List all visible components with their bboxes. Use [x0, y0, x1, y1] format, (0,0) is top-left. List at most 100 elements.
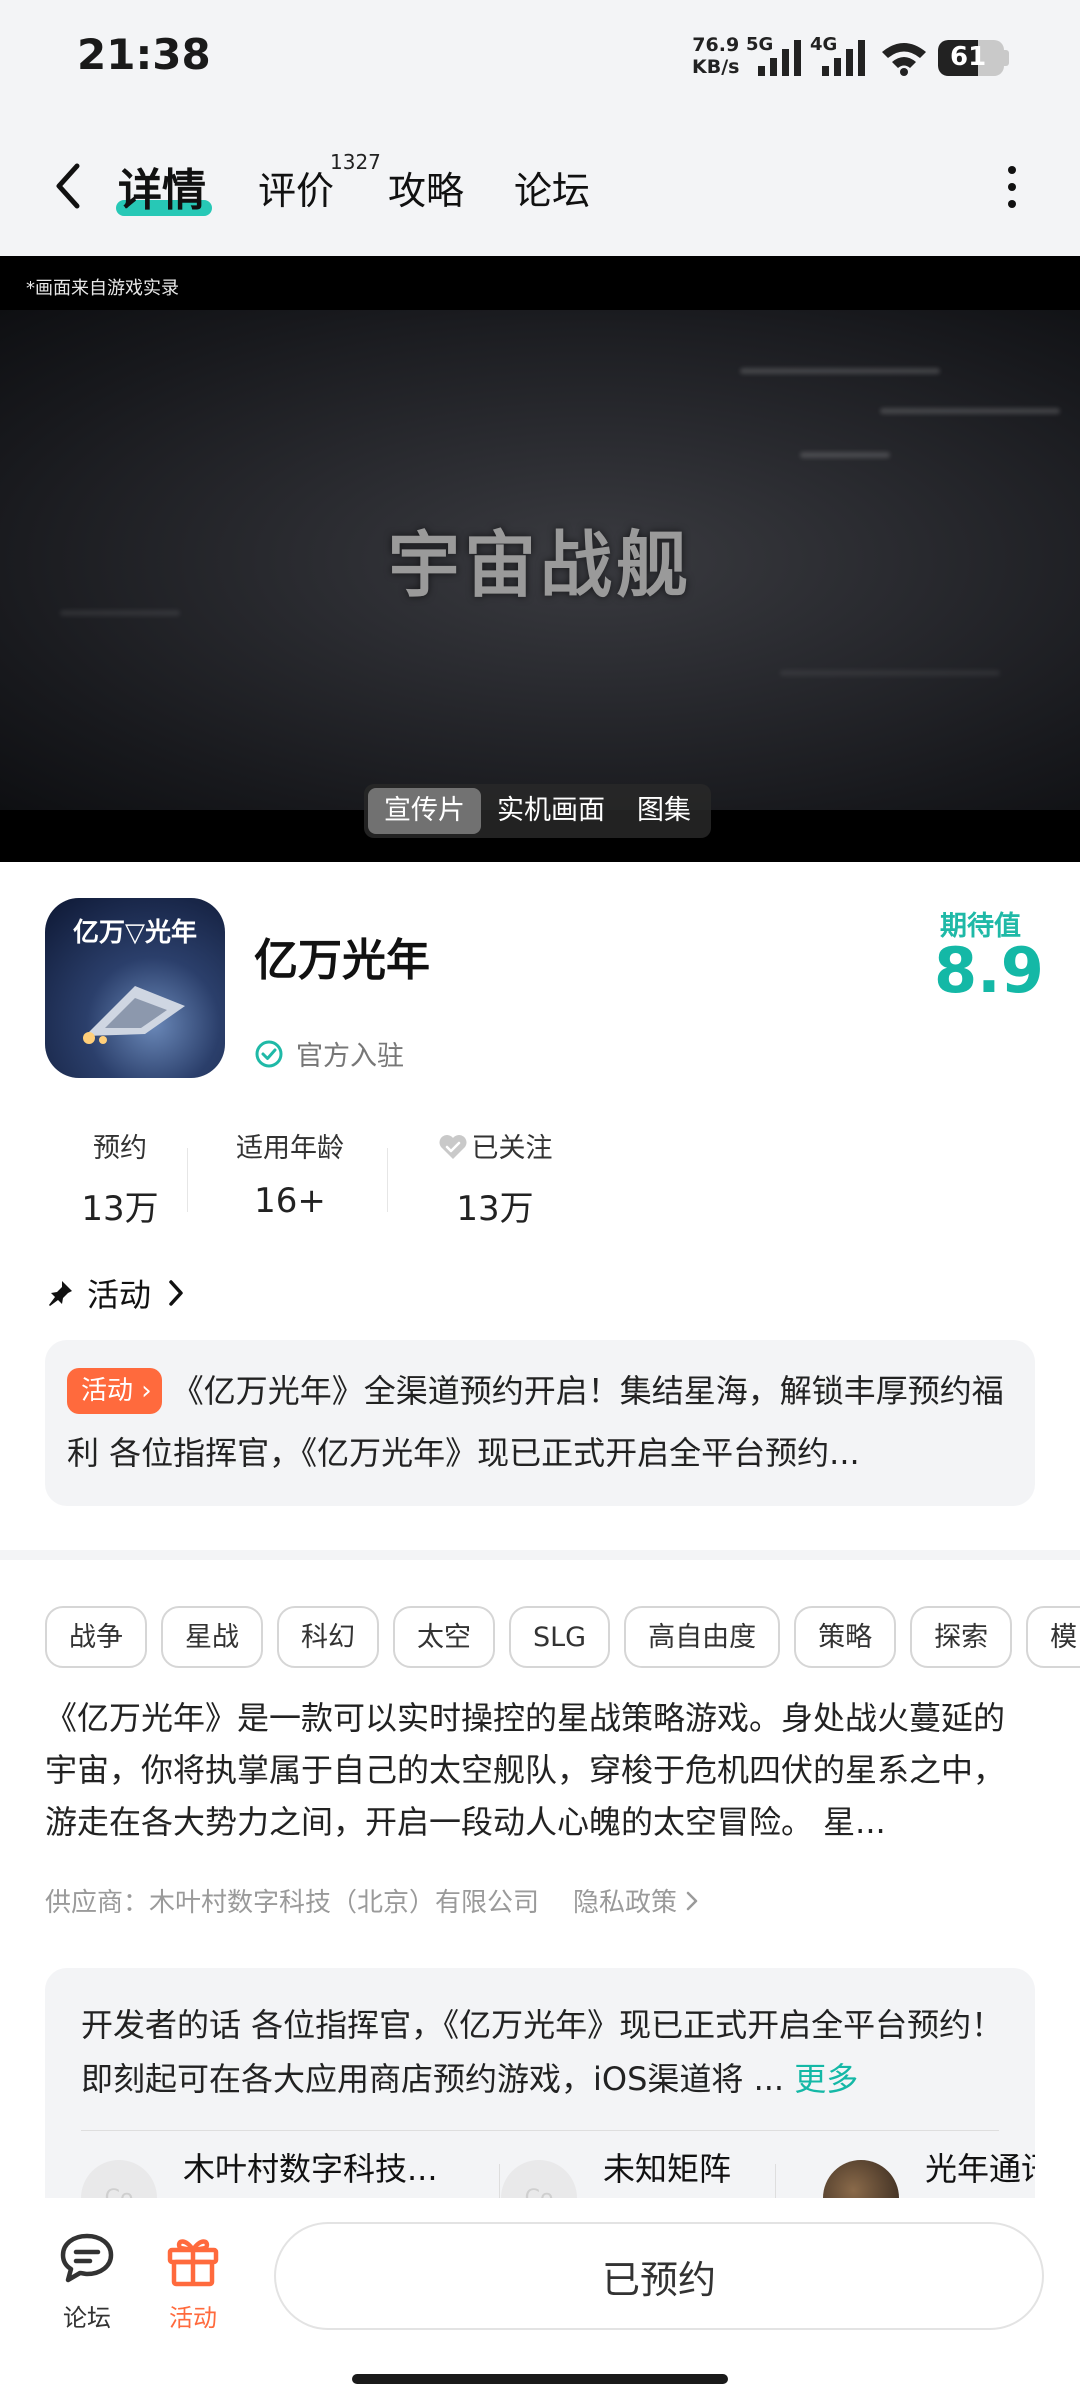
- author-name: 未知矩阵: [603, 2150, 732, 2188]
- author-item[interactable]: Co 木叶村数字科技...: [81, 2144, 438, 2200]
- stat-divider: [187, 1148, 188, 1212]
- tab-details-label: 详情: [118, 165, 206, 216]
- tag-chip[interactable]: 模: [1026, 1606, 1080, 1668]
- app-name: 亿万光年: [254, 935, 430, 986]
- official-verified-badge: 官方入驻: [254, 1034, 404, 1073]
- promo-video[interactable]: *画面来自游戏实录 宇宙战舰 宣传片 实机画面 图集: [0, 256, 1080, 862]
- tag-chip[interactable]: SLG: [509, 1606, 611, 1668]
- signal-2-icon: [822, 40, 865, 76]
- stat-reservations-value: 13万: [81, 1189, 159, 1229]
- battery-cap: [1004, 50, 1009, 66]
- avatar: [823, 2160, 899, 2200]
- followed-heart-icon: [439, 1135, 466, 1159]
- stat-reservations: 预约 13万: [45, 1126, 195, 1230]
- stat-reservations-label: 预约: [93, 1133, 147, 1164]
- stat-age-rating: 适用年龄 16+: [215, 1126, 365, 1221]
- tag-chip[interactable]: 太空: [393, 1606, 495, 1668]
- activity-button[interactable]: 活动: [148, 2230, 238, 2333]
- tab-guides-label: 攻略: [388, 169, 465, 213]
- privacy-policy-link[interactable]: 隐私政策: [573, 1882, 701, 1919]
- divider: [81, 2130, 999, 2131]
- tag-chip[interactable]: 策略: [794, 1606, 897, 1668]
- expectation-score: 8.9: [934, 934, 1044, 1007]
- author-name: 光年通讯: [925, 2150, 1035, 2188]
- app-summary: 亿万▽光年 亿万光年 官方入驻 期待值 8.9 预约 13万 适用年龄 16+: [0, 862, 1080, 1550]
- tab-forum[interactable]: 论坛: [514, 160, 590, 215]
- activity-section-header[interactable]: 活动: [45, 1270, 187, 1316]
- official-label: 官方入驻: [296, 1041, 404, 1072]
- activity-label: 活动: [169, 2304, 217, 2332]
- pin-icon: [49, 1281, 72, 1306]
- tab-forum-label: 论坛: [514, 169, 591, 213]
- stat-divider: [387, 1148, 388, 1212]
- avatar: Co: [501, 2160, 577, 2200]
- author-item[interactable]: Co 未知矩阵: [501, 2144, 731, 2200]
- game-info: 战争 星战 科幻 太空 SLG 高自由度 策略 探索模 《亿万光年》是一款可以实时操控的星战策…: [0, 1560, 1080, 2200]
- author-divider: [499, 2164, 500, 2200]
- app-icon: 亿万▽光年: [45, 898, 225, 1078]
- status-bar: 21:38 76.9 KB/s 5G 4G 61: [0, 0, 1080, 118]
- tag-chip[interactable]: 探索: [910, 1606, 1013, 1668]
- reserved-button[interactable]: 已预约: [274, 2222, 1044, 2330]
- video-title-text: 宇宙战舰: [387, 523, 692, 607]
- media-tab-trailer[interactable]: 宣传片: [368, 788, 481, 834]
- light-streak: [800, 452, 890, 458]
- forum-label: 论坛: [63, 2304, 111, 2332]
- stat-age-value: 16+: [254, 1181, 326, 1221]
- author-item[interactable]: 光年通讯: [823, 2144, 1035, 2200]
- forum-button[interactable]: 论坛: [42, 2230, 132, 2333]
- back-arrow-icon: [56, 163, 80, 209]
- network-speed: 76.9 KB/s: [692, 34, 739, 78]
- activity-text-block: 活动 › 《亿万光年》全渠道预约开启！集结星海，解锁丰厚预约福利 各位指挥官，《亿…: [67, 1360, 1011, 1484]
- wifi-icon: [882, 43, 926, 76]
- light-streak: [880, 408, 1060, 414]
- more-link[interactable]: 更多: [794, 2060, 858, 2098]
- stat-age-label: 适用年龄: [236, 1133, 344, 1164]
- light-streak: [780, 670, 1000, 676]
- bottom-action-bar: 论坛 活动 已预约: [0, 2198, 1080, 2400]
- tab-details[interactable]: 详情: [118, 154, 206, 218]
- battery-icon: 61: [938, 40, 1004, 76]
- media-tabs: 宣传片 实机画面 图集: [364, 784, 711, 838]
- spaceship-icon: [83, 986, 185, 1044]
- status-time: 21:38: [77, 30, 211, 79]
- activity-badge: 活动 ›: [67, 1368, 162, 1414]
- tag-chip[interactable]: 科幻: [277, 1606, 379, 1668]
- stat-followers[interactable]: 已关注 13万: [415, 1126, 575, 1230]
- developer-note-card[interactable]: 开发者的话 各位指挥官，《亿万光年》现已正式开启全平台预约！即刻起可在各大应用商…: [45, 1968, 1035, 2200]
- developer-note: 开发者的话 各位指挥官，《亿万光年》现已正式开启全平台预约！即刻起可在各大应用商…: [81, 1998, 1011, 2106]
- avatar: Co: [81, 2160, 157, 2200]
- light-streak: [740, 368, 940, 374]
- app-icon-logo-text: 亿万▽光年: [73, 918, 197, 948]
- activity-card[interactable]: 活动 › 《亿万光年》全渠道预约开启！集结星海，解锁丰厚预约福利 各位指挥官，《亿…: [45, 1340, 1035, 1506]
- game-description[interactable]: 《亿万光年》是一款可以实时操控的星战策略游戏。身处战火蔓延的宇宙，你将执掌属于自…: [45, 1692, 1035, 1848]
- author-divider: [775, 2164, 776, 2200]
- tab-guides[interactable]: 攻略: [388, 160, 464, 215]
- chevron-right-icon: [686, 1891, 698, 1910]
- review-count-badge: 1327: [330, 150, 381, 174]
- network-speed-unit: KB/s: [692, 56, 740, 78]
- more-options-icon[interactable]: [990, 162, 1034, 212]
- top-nav: 详情 评价 1327 攻略 论坛: [0, 118, 1080, 256]
- home-indicator[interactable]: [352, 2374, 728, 2384]
- verified-check-icon: [255, 1040, 283, 1067]
- stat-followers-label: 已关注: [415, 1126, 575, 1165]
- battery-level: 61: [950, 42, 987, 72]
- tag-chip[interactable]: 星战: [161, 1606, 263, 1668]
- chat-bubble-icon: [60, 2233, 114, 2283]
- stat-followers-value: 13万: [456, 1189, 534, 1229]
- tag-chip[interactable]: 战争: [45, 1606, 147, 1668]
- tag-chip[interactable]: 高自由度: [624, 1606, 781, 1668]
- back-button[interactable]: [40, 158, 96, 214]
- tab-reviews-label: 评价: [258, 169, 335, 213]
- tab-reviews[interactable]: 评价: [258, 160, 334, 215]
- author-name: 木叶村数字科技...: [183, 2150, 438, 2188]
- signal-1-icon: [758, 40, 801, 76]
- supplier-text: 供应商：木叶村数字科技（北京）有限公司: [45, 1888, 540, 1918]
- media-tab-gallery[interactable]: 图集: [621, 788, 707, 834]
- developer-note-text: 开发者的话 各位指挥官，《亿万光年》现已正式开启全平台预约！即刻起可在各大应用商…: [81, 2006, 1004, 2098]
- stat-followers-text: 已关注: [471, 1133, 553, 1164]
- media-tab-gameplay[interactable]: 实机画面: [481, 788, 621, 834]
- gift-icon: [167, 2239, 219, 2287]
- activity-badge-label: 活动: [81, 1376, 134, 1406]
